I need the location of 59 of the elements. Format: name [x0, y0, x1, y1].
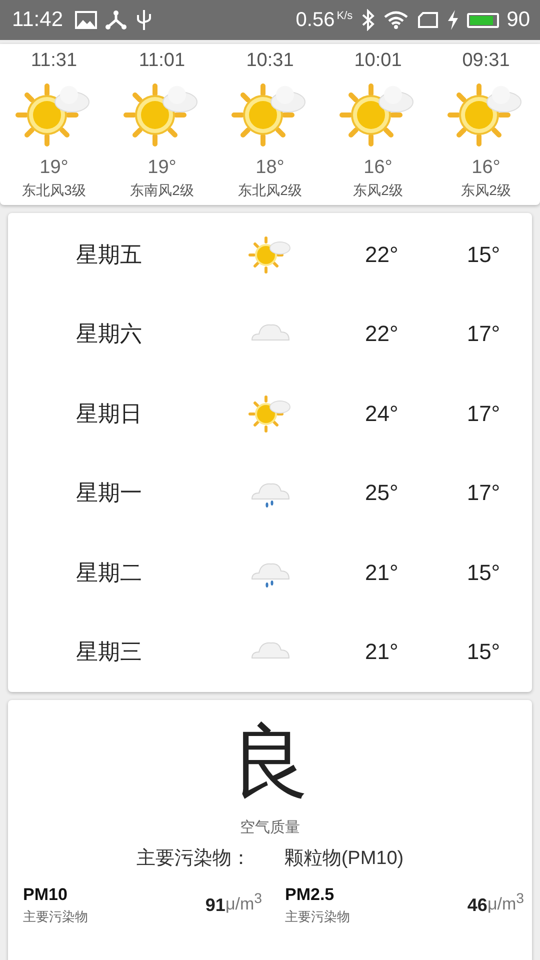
- weekday: 星期二: [75, 558, 143, 587]
- low-temperature: 15°: [466, 639, 502, 666]
- hour-temperature: 16°: [364, 157, 392, 179]
- sun-cloud-icon: [248, 234, 292, 275]
- weekday: 星期五: [75, 240, 143, 269]
- speed-unit: K/s: [336, 10, 353, 22]
- wind-text: 东南风2级: [130, 182, 194, 200]
- high-temperature: 21°: [364, 639, 400, 666]
- hour-temperature: 19°: [40, 157, 68, 179]
- hour-time: 10:31: [246, 50, 294, 72]
- unit-text: μ/m$^{3}$: [225, 890, 262, 914]
- network-speed: 0.56: [296, 8, 335, 32]
- pollutant-name: PM2.5: [285, 885, 336, 905]
- pollutant-note: 主要污染物: [23, 908, 89, 926]
- unit-text: μ/m$^{3}$: [487, 890, 524, 914]
- wind-text: 东风2级: [353, 182, 403, 200]
- battery-percent: 90: [506, 8, 530, 32]
- low-temperature: 15°: [466, 242, 502, 268]
- hour-time: 11:01: [138, 50, 186, 72]
- sun-cloud-icon: [248, 394, 292, 434]
- pollutant-label: 主要污染物：: [136, 847, 250, 871]
- hour-temperature: 18°: [256, 157, 284, 179]
- high-temperature: 21°: [364, 560, 400, 586]
- pollutant-note: 主要污染物: [285, 908, 351, 926]
- battery-icon: [466, 12, 499, 28]
- weekday: 星期三: [75, 638, 143, 666]
- usb-icon: [135, 9, 153, 31]
- low-temperature: 17°: [466, 480, 502, 506]
- hour-time: 11:31: [30, 50, 78, 72]
- high-temperature: 25°: [364, 480, 400, 506]
- weekday: 星期一: [75, 479, 143, 508]
- wind-text: 东北风2级: [238, 182, 302, 200]
- wifi-icon: [382, 10, 409, 30]
- pollutant-name: PM10: [23, 885, 68, 905]
- pollutant-reading: 46: [467, 895, 488, 916]
- low-temperature: 15°: [466, 560, 502, 586]
- high-temperature: 24°: [364, 400, 400, 427]
- air-quality-grade: 良: [230, 722, 310, 802]
- charging-icon: [446, 10, 459, 30]
- high-temperature: 22°: [364, 321, 400, 348]
- network-icon: [105, 10, 127, 30]
- hour-temperature: 19°: [148, 157, 176, 179]
- low-temperature: 17°: [466, 321, 502, 348]
- wind-text: 东风2级: [461, 182, 511, 200]
- hour-time: 10:01: [354, 50, 402, 72]
- high-temperature: 22°: [364, 242, 400, 268]
- hour-temperature: 16°: [472, 157, 500, 179]
- wind-text: 东北风3级: [22, 182, 86, 200]
- image-icon: [75, 11, 97, 29]
- bluetooth-icon: [360, 9, 375, 31]
- sim-card-icon: [416, 11, 439, 29]
- low-temperature: 17°: [466, 400, 502, 427]
- weekday: 星期六: [75, 320, 143, 348]
- clock: 11:42: [12, 8, 63, 32]
- hour-time: 09:31: [462, 50, 510, 72]
- pollutant-value: 颗粒物(PM10): [284, 847, 404, 871]
- air-quality-label: 空气质量: [240, 818, 300, 837]
- pollutant-reading: 91: [205, 895, 226, 916]
- weekday: 星期日: [75, 400, 143, 428]
